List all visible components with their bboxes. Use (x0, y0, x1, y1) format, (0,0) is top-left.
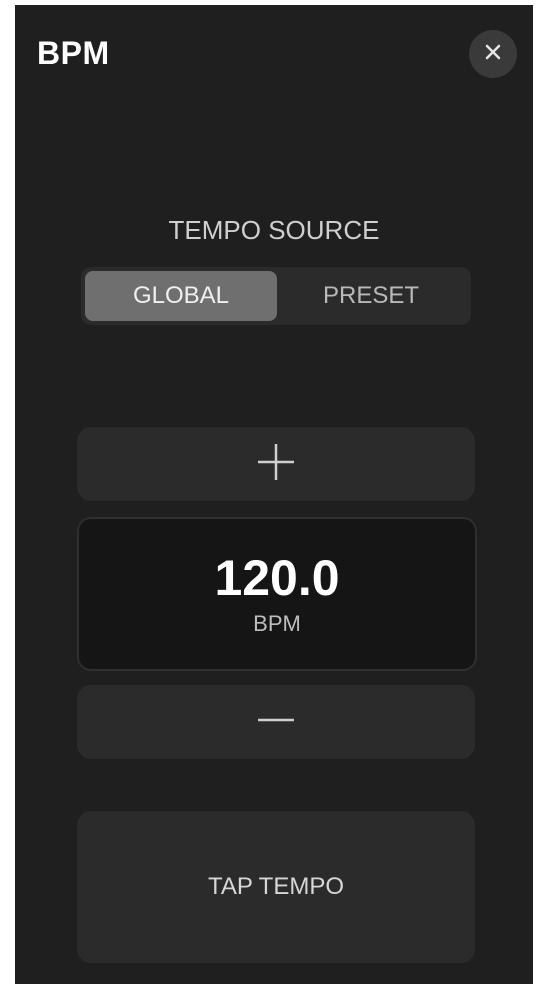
tap-tempo-label: TAP TEMPO (207, 873, 345, 900)
panel-title: BPM (37, 35, 110, 71)
tempo-unit: BPM (253, 611, 301, 636)
close-icon (484, 43, 502, 66)
close-button[interactable] (469, 30, 517, 78)
increase-tempo-button[interactable] (77, 427, 475, 501)
tempo-source-label: TEMPO SOURCE (168, 215, 380, 245)
segment-global[interactable]: GLOBAL (85, 271, 277, 321)
bpm-panel: BPM TEMPO SOURCE GLOBAL PRESET 120.0 BPM (15, 5, 533, 984)
decrease-tempo-button[interactable] (77, 685, 475, 759)
plus-icon (256, 442, 296, 487)
tempo-display: 120.0 BPM (77, 517, 477, 671)
minus-icon (256, 700, 296, 745)
tempo-source-toggle: GLOBAL PRESET (81, 267, 471, 325)
segment-preset[interactable]: PRESET (275, 271, 467, 321)
tap-tempo-button[interactable]: TAP TEMPO (77, 811, 475, 963)
tempo-value: 120.0 (214, 550, 340, 606)
